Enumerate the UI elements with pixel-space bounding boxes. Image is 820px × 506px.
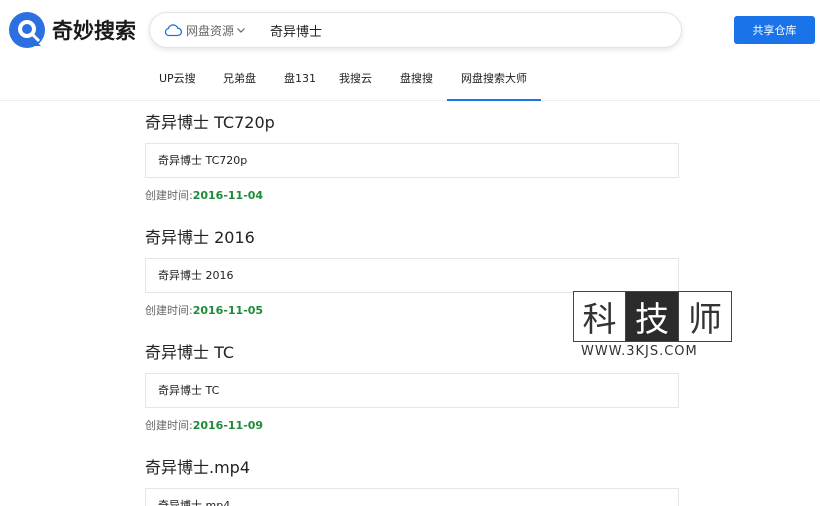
result-filename: 奇异博士 TC: [145, 373, 679, 408]
result-title[interactable]: 奇异博士.mp4: [145, 457, 679, 479]
search-input[interactable]: [270, 22, 651, 38]
date-label: 创建时间:: [145, 419, 193, 432]
logo-text: 奇妙搜索: [52, 19, 136, 43]
result-filename: 奇异博士 TC720p: [145, 143, 679, 178]
result-date: 创建时间:2016-11-04: [145, 188, 679, 204]
chevron-down-icon: [237, 28, 245, 33]
tab-netdisk-search-master[interactable]: 网盘搜索大师: [447, 60, 541, 101]
source-select[interactable]: 网盘资源: [164, 22, 246, 39]
tab-pan131[interactable]: 盘131: [284, 60, 316, 101]
search-box: 网盘资源: [149, 12, 682, 48]
tab-up-yunsou[interactable]: UP云搜: [159, 60, 196, 101]
result-date: 创建时间:2016-11-09: [145, 418, 679, 434]
result-filename: 奇异博士 2016: [145, 258, 679, 293]
watermark-char: 科: [573, 291, 626, 342]
date-value: 2016-11-05: [192, 304, 264, 317]
result-filename: 奇异博士.mp4: [145, 488, 679, 506]
tab-wosouyun[interactable]: 我搜云: [339, 60, 372, 101]
source-select-label: 网盘资源: [186, 23, 235, 38]
result-item: 奇异博士.mp4 奇异博士.mp4: [145, 457, 679, 506]
date-value: 2016-11-09: [192, 419, 264, 432]
source-tabs: UP云搜 兄弟盘 盘131 我搜云 盘搜搜 网盘搜索大师: [0, 60, 820, 101]
tab-xiongdipan[interactable]: 兄弟盘: [223, 60, 256, 101]
logo-icon: [8, 11, 46, 49]
tab-pansousou[interactable]: 盘搜搜: [400, 60, 433, 101]
watermark-char: 师: [679, 291, 732, 342]
date-label: 创建时间:: [145, 304, 193, 317]
watermark-char: 技: [626, 291, 679, 342]
share-repo-button[interactable]: 共享仓库: [734, 16, 815, 44]
watermark-url: WWW.3KJS.COM: [581, 344, 698, 359]
cloud-icon: [164, 24, 182, 37]
header: 奇妙搜索 网盘资源 共享仓库: [0, 0, 820, 60]
result-item: 奇异博士 TC720p 奇异博士 TC720p 创建时间:2016-11-04: [145, 112, 679, 204]
watermark: 科 技 师 WWW.3KJS.COM: [573, 291, 732, 361]
result-title[interactable]: 奇异博士 2016: [145, 227, 679, 249]
logo[interactable]: 奇妙搜索: [8, 11, 136, 49]
date-value: 2016-11-04: [192, 189, 264, 202]
result-title[interactable]: 奇异博士 TC720p: [145, 112, 679, 134]
date-label: 创建时间:: [145, 189, 193, 202]
